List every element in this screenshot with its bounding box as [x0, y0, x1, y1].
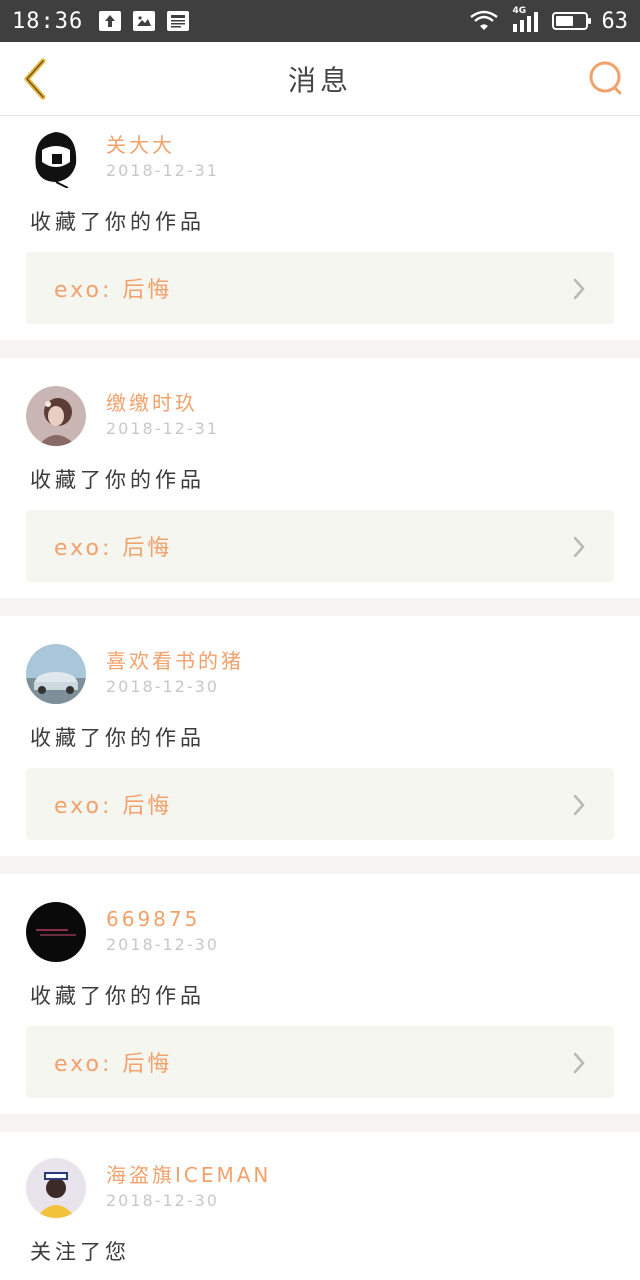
battery-icon: [551, 12, 591, 30]
message-card: 关大大 2018-12-31 收藏了你的作品 exo: 后悔: [0, 116, 640, 340]
message-list: 关大大 2018-12-31 收藏了你的作品 exo: 后悔 缴缴时玖 2018…: [0, 116, 640, 1278]
card-separator: [0, 340, 640, 358]
message-action: 关注了您: [30, 1240, 130, 1264]
chevron-right-icon: [573, 1052, 585, 1074]
work-link[interactable]: exo: 后悔: [26, 768, 614, 840]
user-avatar[interactable]: [26, 128, 86, 188]
message-card: 喜欢看书的猪 2018-12-30 收藏了你的作品 exo: 后悔: [0, 616, 640, 856]
message-action: 收藏了你的作品: [30, 984, 205, 1008]
work-title: exo: 后悔: [54, 794, 173, 819]
username[interactable]: 669875: [106, 906, 219, 932]
signal-icon: 4G: [512, 6, 538, 32]
upload-icon: [99, 11, 122, 31]
user-avatar[interactable]: [26, 902, 86, 962]
message-date: 2018-12-31: [106, 161, 219, 180]
chevron-right-icon: [573, 794, 585, 816]
dark-text-avatar: [26, 902, 86, 962]
work-title: exo: 后悔: [54, 278, 173, 303]
back-button[interactable]: [16, 56, 52, 102]
username[interactable]: 海盗旗ICEMAN: [106, 1162, 271, 1188]
work-title: exo: 后悔: [54, 1052, 173, 1077]
status-bar: 18:36 4G 63: [0, 0, 640, 42]
news-icon: [167, 11, 190, 31]
image-icon: [133, 11, 156, 31]
fila-photo-avatar: [26, 1158, 86, 1218]
message-action: 收藏了你的作品: [30, 468, 205, 492]
user-avatar[interactable]: [26, 386, 86, 446]
top-nav-bar: 消息: [0, 42, 640, 116]
message-action: 收藏了你的作品: [30, 210, 205, 234]
username[interactable]: 缴缴时玖: [106, 390, 219, 416]
card-separator: [0, 856, 640, 874]
card-separator: [0, 598, 640, 616]
chevron-left-icon: [24, 58, 46, 100]
user-avatar[interactable]: [26, 644, 86, 704]
message-date: 2018-12-30: [106, 1191, 219, 1210]
car-photo-avatar: [26, 644, 86, 704]
search-button[interactable]: [586, 58, 626, 98]
username[interactable]: 喜欢看书的猪: [106, 648, 244, 674]
message-card: 海盗旗ICEMAN 2018-12-30 关注了您: [0, 1132, 640, 1278]
message-date: 2018-12-31: [106, 419, 219, 438]
chevron-right-icon: [573, 278, 585, 300]
search-icon: [589, 61, 622, 95]
wifi-icon: [469, 10, 498, 30]
status-time: 18:36: [12, 8, 84, 34]
work-link[interactable]: exo: 后悔: [26, 510, 614, 582]
work-title: exo: 后悔: [54, 536, 173, 561]
chevron-right-icon: [573, 536, 585, 558]
message-card: 669875 2018-12-30 收藏了你的作品 exo: 后悔: [0, 874, 640, 1114]
work-link[interactable]: exo: 后悔: [26, 1026, 614, 1098]
network-type: 4G: [512, 6, 527, 16]
girl-photo-avatar: [26, 386, 86, 446]
message-card: 缴缴时玖 2018-12-31 收藏了你的作品 exo: 后悔: [0, 358, 640, 598]
username[interactable]: 关大大: [106, 132, 219, 158]
page-title: 消息: [287, 63, 352, 97]
message-date: 2018-12-30: [106, 677, 219, 696]
user-avatar[interactable]: [26, 1158, 86, 1218]
message-action: 收藏了你的作品: [30, 726, 205, 750]
message-date: 2018-12-30: [106, 935, 219, 954]
battery-percent: 63: [601, 8, 629, 34]
card-separator: [0, 1114, 640, 1132]
cartoon-girl-avatar: [35, 132, 77, 188]
work-link[interactable]: exo: 后悔: [26, 252, 614, 324]
